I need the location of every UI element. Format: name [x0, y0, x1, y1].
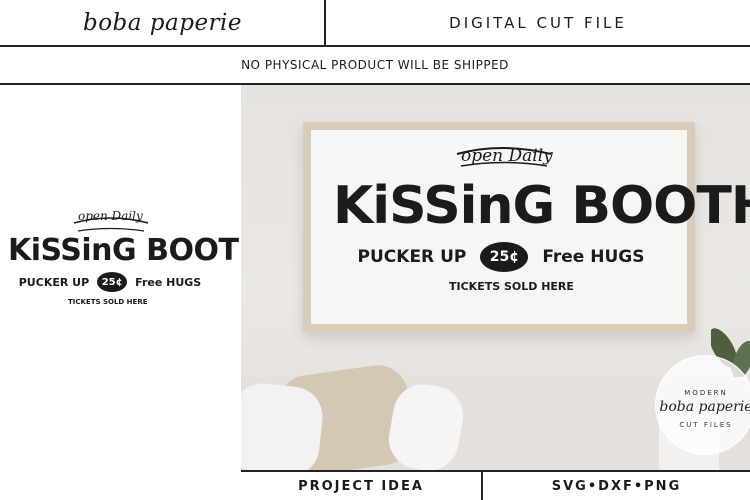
sign-subline: PUCKER UP 25¢ Free HUGS [351, 240, 651, 274]
project-idea-label: PROJECT IDEA [241, 472, 481, 500]
design-open-daily: open Daily [78, 209, 143, 223]
sign-free-hugs: Free HUGS [542, 247, 645, 267]
brand-logo: boba paperie [82, 9, 243, 36]
logo-top-text: MODERN [684, 389, 728, 397]
design-free-hugs: Free HUGS [135, 275, 202, 289]
design-price-badge: 25¢ [97, 272, 128, 292]
sign-pucker: PUCKER UP [357, 247, 467, 267]
footer-bar: PROJECT IDEA SVG•DXF•PNG [0, 470, 750, 500]
sign-board: open Daily KiSSinG BOOTH PUCKER UP 25¢ F… [311, 130, 750, 324]
product-preview: boba paperie DIGITAL CUT FILE NO PHYSICA… [0, 0, 750, 500]
logo-brand-text: boba paperie [659, 399, 750, 415]
logo-bottom-text: CUT FILES [679, 421, 733, 429]
header-bar: boba paperie DIGITAL CUT FILE [0, 0, 750, 47]
file-formats-label: SVG•DXF•PNG [483, 472, 750, 500]
design-tickets: TICKETS SOLD HERE [68, 298, 148, 306]
design-pucker: PUCKER UP [18, 275, 90, 289]
shipping-notice: NO PHYSICAL PRODUCT WILL BE SHIPPED [0, 47, 750, 85]
sign-title: KiSSinG BOOTH [333, 176, 750, 236]
design-preview: open Daily KiSSinG BOOTH PUCKER UP 25¢ F… [0, 85, 264, 470]
sign-price-badge: 25¢ [480, 242, 529, 272]
sign-open-daily: open Daily [461, 146, 553, 166]
sign-tickets: TICKETS SOLD HERE [449, 280, 574, 293]
pillow-white [241, 380, 326, 470]
sign-frame: open Daily KiSSinG BOOTH PUCKER UP 25¢ F… [303, 122, 750, 332]
design-subline: PUCKER UP 25¢ Free HUGS [10, 271, 210, 293]
file-type-label: DIGITAL CUT FILE [449, 13, 627, 32]
design-title: KiSSinG BOOTH [8, 233, 264, 268]
watermark-logo: MODERN boba paperie CUT FILES [655, 355, 750, 455]
